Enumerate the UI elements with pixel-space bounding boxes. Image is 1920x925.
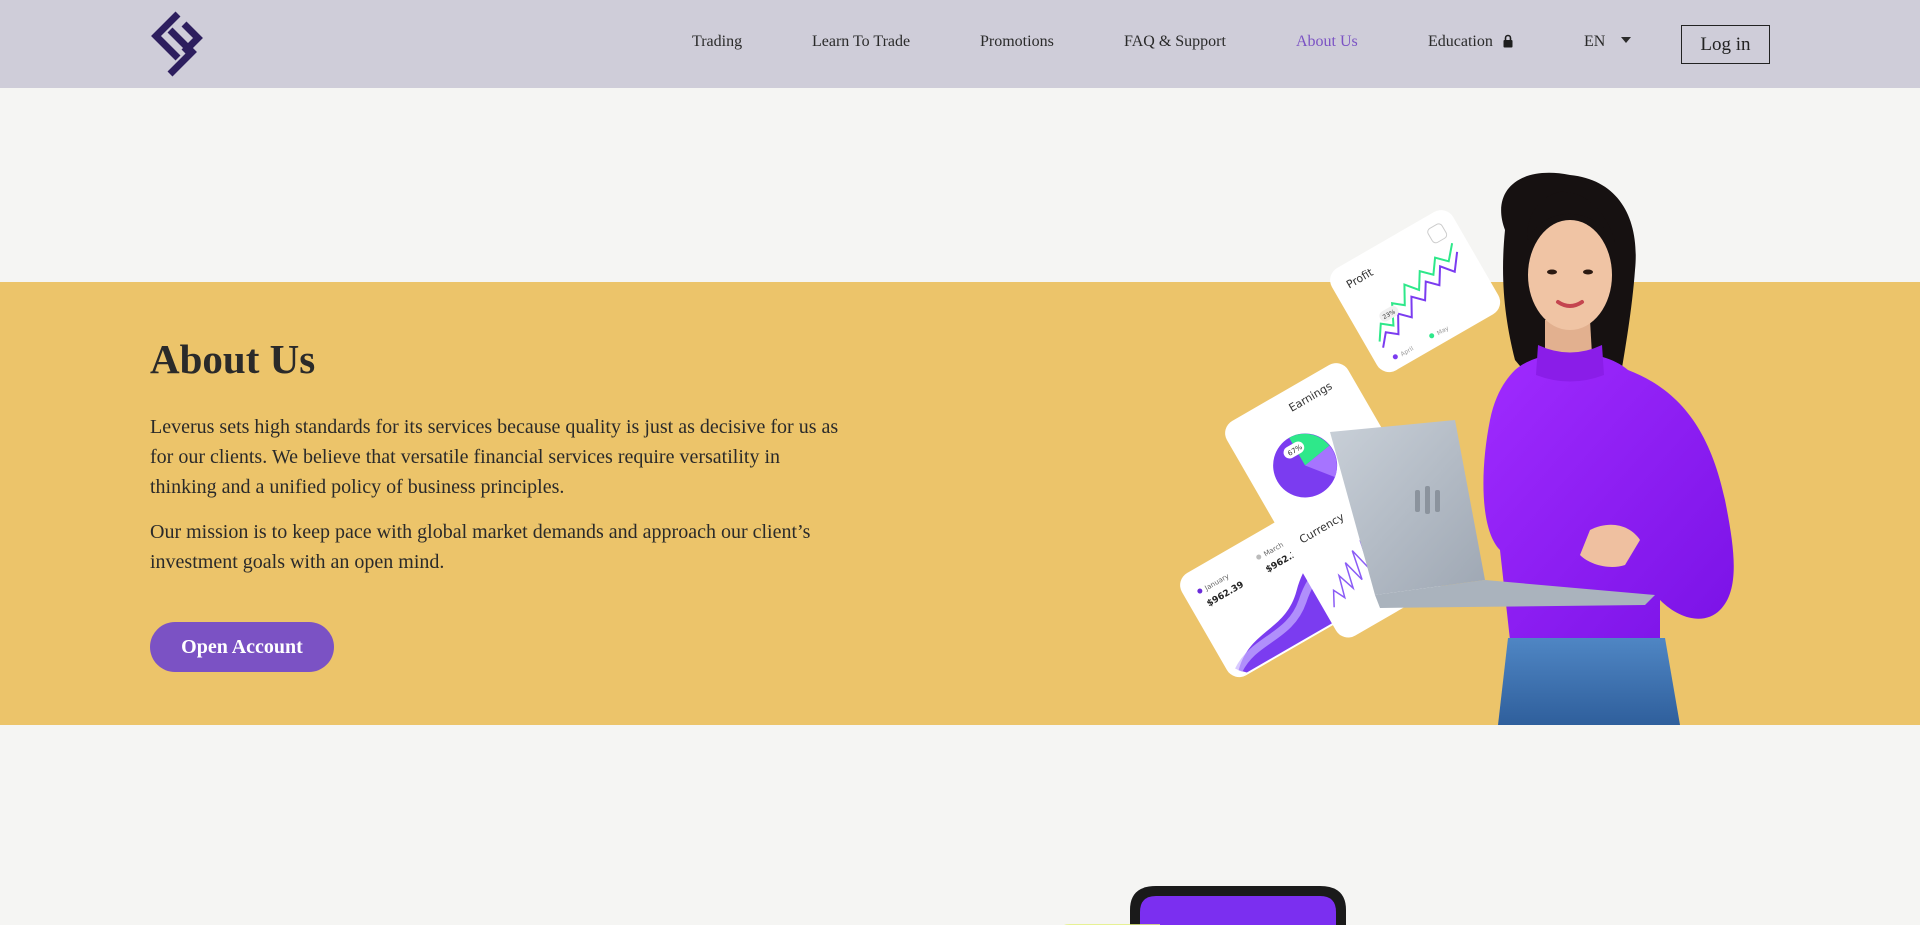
nav-faq-support[interactable]: FAQ & Support xyxy=(1124,33,1226,51)
language-label: EN xyxy=(1584,33,1606,50)
nav-trading[interactable]: Trading xyxy=(692,33,742,51)
lock-icon xyxy=(1503,34,1513,48)
site-header: Trading Learn To Trade Promotions FAQ & … xyxy=(0,0,1920,88)
nav-education-label: Education xyxy=(1428,33,1493,50)
page-title: About Us xyxy=(150,336,316,382)
login-button[interactable]: Log in xyxy=(1681,25,1770,64)
open-account-button[interactable]: Open Account xyxy=(150,622,334,672)
hero-paragraph-2: Our mission is to keep pace with global … xyxy=(150,521,811,573)
woman-jeans xyxy=(1498,638,1680,725)
nav-about-us[interactable]: About Us xyxy=(1296,33,1358,51)
phone-illustration xyxy=(1064,886,1346,925)
caret-down-icon xyxy=(1621,37,1632,43)
hero-paragraph-1: Leverus sets high standards for its serv… xyxy=(150,416,839,498)
leverus-logo-icon[interactable] xyxy=(148,10,206,78)
profit-card: Profit 23% April May xyxy=(1330,210,1501,373)
nav-education[interactable]: Education xyxy=(1428,33,1513,51)
nav-promotions[interactable]: Promotions xyxy=(980,33,1054,51)
hero-illustration: January $962.39 March $962.39 Earnings 6… xyxy=(1180,172,1734,725)
language-selector[interactable]: EN xyxy=(1584,33,1632,51)
nav-learn-to-trade[interactable]: Learn To Trade xyxy=(812,33,910,51)
